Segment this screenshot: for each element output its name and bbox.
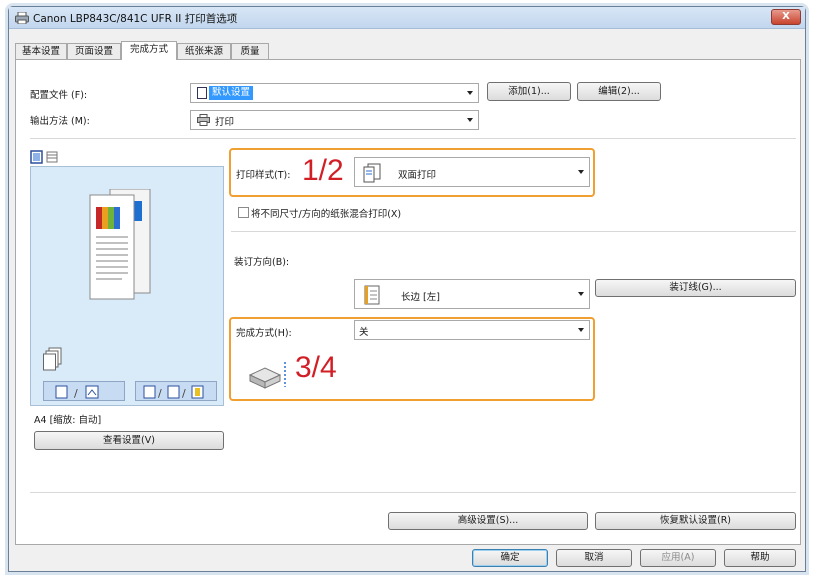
tab-basic-settings[interactable]: 基本设置 bbox=[15, 43, 67, 59]
print-style-dropdown[interactable]: 双面打印 bbox=[354, 157, 590, 187]
svg-text:/: / bbox=[158, 387, 162, 400]
output-method-value: 打印 bbox=[215, 117, 235, 128]
mixed-paper-label: 将不同尺寸/方向的纸张混合打印(X) bbox=[251, 209, 402, 220]
printer-icon bbox=[15, 11, 29, 25]
tab-page-setup[interactable]: 页面设置 bbox=[67, 43, 121, 59]
output-method-dropdown[interactable]: 打印 bbox=[190, 110, 479, 130]
finishing-value: 关 bbox=[359, 327, 369, 338]
advanced-settings-button[interactable]: 高级设置(S)... bbox=[388, 512, 588, 530]
apply-button[interactable]: 应用(A) bbox=[640, 549, 716, 567]
mixed-paper-checkbox[interactable] bbox=[238, 207, 249, 218]
print-style-value: 双面打印 bbox=[398, 170, 437, 181]
finishing-dropdown[interactable]: 关 bbox=[354, 320, 590, 340]
ok-button[interactable]: 确定 bbox=[472, 549, 548, 567]
step-number-3-4: 3/4 bbox=[295, 351, 337, 384]
chevron-down-icon bbox=[578, 170, 584, 174]
close-button[interactable]: X bbox=[771, 9, 801, 25]
profile-dropdown[interactable]: 默认设置 bbox=[190, 83, 479, 103]
print-preview: / / / bbox=[30, 166, 224, 406]
binding-direction-value: 长边 [左] bbox=[401, 292, 440, 303]
cancel-button[interactable]: 取消 bbox=[556, 549, 632, 567]
chevron-down-icon bbox=[578, 328, 584, 332]
window-title: Canon LBP843C/841C UFR II 打印首选项 bbox=[33, 13, 238, 25]
svg-text:/: / bbox=[74, 387, 78, 400]
tab-paper-source[interactable]: 纸张来源 bbox=[177, 43, 231, 59]
stack-icon bbox=[43, 347, 62, 371]
svg-text:/: / bbox=[182, 387, 186, 400]
add-profile-button[interactable]: 添加(1)... bbox=[487, 82, 571, 101]
print-style-label: 打印样式(T): bbox=[236, 170, 291, 181]
view-settings-button[interactable]: 查看设置(V) bbox=[34, 431, 224, 450]
printer-icon bbox=[197, 114, 210, 129]
long-edge-left-icon bbox=[364, 285, 380, 305]
divider bbox=[30, 138, 796, 139]
restore-defaults-button[interactable]: 恢复默认设置(R) bbox=[595, 512, 796, 530]
chevron-down-icon bbox=[467, 91, 473, 95]
finishing-printer-icon bbox=[248, 362, 286, 389]
step-number-1-2: 1/2 bbox=[302, 154, 344, 187]
chevron-down-icon bbox=[578, 292, 584, 296]
binding-direction-label: 装订方向(B): bbox=[234, 257, 290, 268]
duplex-preview-image bbox=[89, 189, 151, 300]
profile-label: 配置文件 (F): bbox=[30, 90, 88, 101]
gutter-button[interactable]: 装订线(G)... bbox=[595, 279, 796, 297]
help-button[interactable]: 帮助 bbox=[724, 549, 796, 567]
finishing-label: 完成方式(H): bbox=[236, 328, 292, 339]
preview-status: A4 [缩放: 自动] bbox=[34, 415, 102, 426]
chevron-down-icon bbox=[467, 118, 473, 122]
edit-profile-button[interactable]: 编辑(2)... bbox=[577, 82, 661, 101]
divider bbox=[231, 231, 796, 232]
binding-direction-dropdown[interactable]: 长边 [左] bbox=[354, 279, 590, 309]
title-bar: Canon LBP843C/841C UFR II 打印首选项 X bbox=[9, 7, 805, 29]
tab-finishing[interactable]: 完成方式 bbox=[121, 41, 177, 60]
divider bbox=[30, 492, 796, 493]
page-order-button[interactable]: / bbox=[43, 381, 125, 401]
output-method-label: 输出方法 (M): bbox=[30, 116, 90, 127]
printing-preferences-dialog: Canon LBP843C/841C UFR II 打印首选项 X 基本设置 页… bbox=[8, 6, 806, 572]
page-view-icon[interactable] bbox=[30, 150, 62, 167]
document-icon bbox=[197, 87, 207, 99]
tab-quality[interactable]: 质量 bbox=[231, 43, 269, 59]
profile-value: 默认设置 bbox=[209, 86, 254, 100]
duplex-icon bbox=[363, 163, 381, 183]
layout-icons-button[interactable]: / / bbox=[135, 381, 217, 401]
